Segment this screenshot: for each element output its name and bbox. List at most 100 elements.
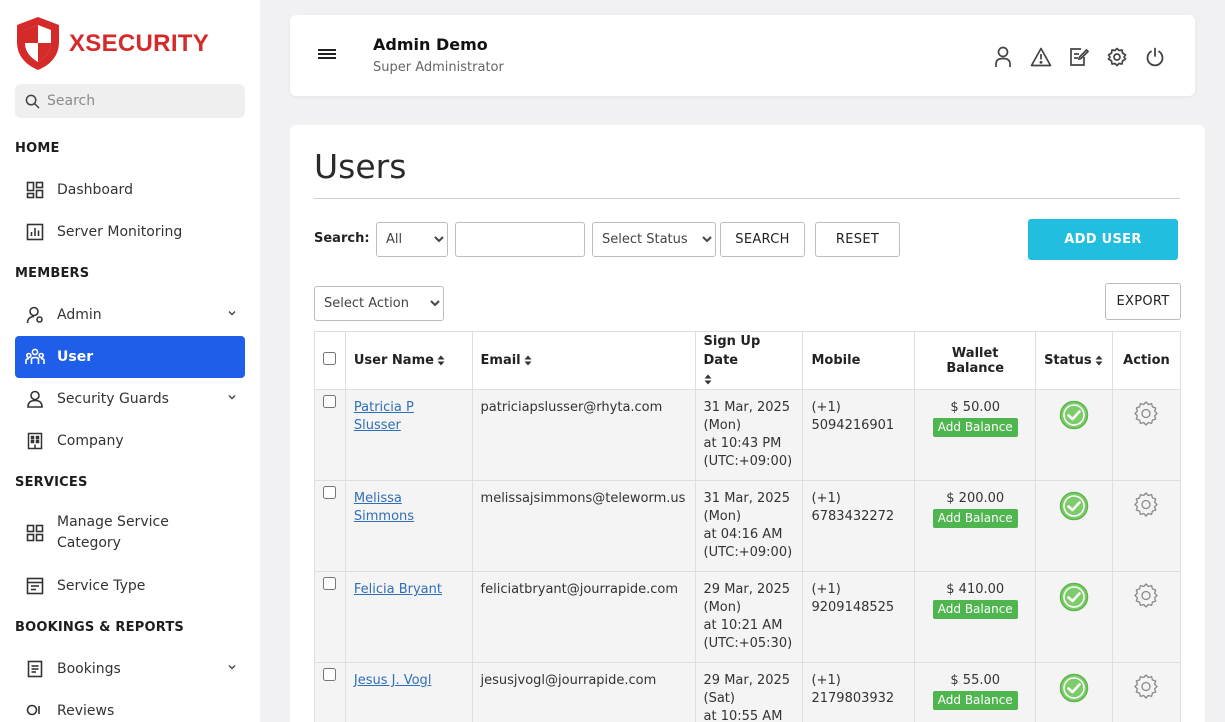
sidebar-item-server-monitoring[interactable]: Server Monitoring bbox=[15, 211, 245, 253]
active-status-check-icon[interactable] bbox=[1059, 491, 1089, 521]
edit-icon[interactable] bbox=[1067, 45, 1091, 69]
status-cell bbox=[1035, 389, 1113, 481]
sidebar-search-input[interactable] bbox=[47, 93, 227, 109]
sidebar-item-admin[interactable]: Admin bbox=[15, 294, 245, 336]
header-signup-date[interactable]: Sign Up Date bbox=[694, 331, 804, 390]
sidebar-item-label: Service Type bbox=[57, 578, 146, 594]
dashboard-icon bbox=[25, 180, 45, 200]
user-name-line-1[interactable]: Melissa bbox=[354, 491, 402, 506]
reset-button[interactable]: RESET bbox=[815, 222, 900, 257]
status-select[interactable]: Select Status bbox=[592, 222, 716, 257]
user-name-link[interactable]: Patricia P Slusser bbox=[354, 400, 414, 433]
sort-icon bbox=[524, 355, 532, 366]
header-label: Email bbox=[480, 353, 521, 368]
header-status[interactable]: Status bbox=[1035, 331, 1113, 390]
mobile-number: 5094216901 bbox=[811, 418, 895, 433]
search-input[interactable] bbox=[455, 222, 585, 257]
brand-logo[interactable]: XSECURITY bbox=[14, 15, 209, 72]
action-cell bbox=[1111, 571, 1182, 663]
mobile-number: 6783432272 bbox=[811, 509, 895, 524]
signup-date-cell: 29 Mar, 2025 (Sat) at 10:55 AM bbox=[694, 662, 804, 722]
user-name-line-2[interactable]: Simmons bbox=[354, 509, 414, 524]
status-cell bbox=[1035, 662, 1113, 722]
sidebar-item-manage-service-category[interactable]: Manage Service Category bbox=[15, 508, 245, 558]
signup-date: 29 Mar, 2025 bbox=[703, 582, 791, 597]
chevron-down-icon bbox=[228, 395, 236, 400]
header-checkbox-cell bbox=[314, 331, 346, 390]
table-row: Jesus J. Vogl jesusjvogl@jourrapide.com … bbox=[314, 662, 1182, 722]
row-checkbox-cell bbox=[314, 662, 346, 722]
header-label: Sign Up Date bbox=[703, 334, 761, 368]
settings-icon[interactable] bbox=[1105, 45, 1129, 69]
gear-icon[interactable] bbox=[1133, 582, 1159, 608]
bulk-action-select[interactable]: Select Action bbox=[314, 286, 444, 321]
add-user-button[interactable]: ADD USER bbox=[1028, 219, 1178, 260]
active-status-check-icon[interactable] bbox=[1059, 673, 1089, 703]
add-balance-button[interactable]: Add Balance bbox=[932, 418, 1018, 437]
signup-date: 31 Mar, 2025 bbox=[703, 491, 791, 506]
user-name-line-1[interactable]: Patricia P Slusser bbox=[354, 400, 414, 433]
header-email[interactable]: Email bbox=[471, 331, 696, 390]
power-icon[interactable] bbox=[1143, 45, 1167, 69]
sidebar-item-dashboard[interactable]: Dashboard bbox=[15, 169, 245, 211]
active-status-check-icon[interactable] bbox=[1059, 582, 1089, 612]
mobile-number: 2179803932 bbox=[811, 691, 895, 706]
sidebar-item-user[interactable]: User bbox=[15, 336, 245, 378]
add-balance-button[interactable]: Add Balance bbox=[932, 509, 1018, 528]
header-user-name[interactable]: User Name bbox=[344, 331, 473, 390]
sidebar-item-service-type[interactable]: Service Type bbox=[15, 565, 245, 607]
email-cell: melissajsimmons@teleworm.us bbox=[471, 480, 696, 572]
signup-date-cell: 29 Mar, 2025 (Mon) at 10:21 AM (UTC:+05:30) bbox=[694, 571, 804, 663]
user-name-link[interactable]: Melissa Simmons bbox=[354, 491, 414, 524]
sidebar-item-security-guards[interactable]: Security Guards bbox=[15, 378, 245, 420]
signup-timezone: (UTC:+05:30) bbox=[703, 636, 793, 651]
users-table: User Name Email Sign Up Date Mobile Wall… bbox=[314, 331, 1182, 722]
label-line-1: Manage Service bbox=[57, 514, 169, 530]
search-button[interactable]: SEARCH bbox=[720, 222, 805, 257]
gear-icon[interactable] bbox=[1133, 491, 1159, 517]
header-label: Status bbox=[1044, 353, 1092, 368]
wallet-balance-cell: $ 410.00 Add Balance bbox=[914, 571, 1037, 663]
label-line-2: Category bbox=[57, 535, 121, 551]
row-checkbox[interactable] bbox=[323, 486, 337, 499]
search-label: Search: bbox=[314, 231, 370, 246]
sidebar-item-label: Admin bbox=[57, 307, 102, 323]
user-icon[interactable] bbox=[991, 45, 1015, 69]
warning-icon[interactable] bbox=[1029, 45, 1053, 69]
row-checkbox[interactable] bbox=[323, 668, 337, 681]
sidebar-item-reviews[interactable]: Reviews bbox=[15, 690, 245, 722]
mobile-country-code: (+1) bbox=[811, 673, 841, 688]
section-title-services: SERVICES bbox=[15, 475, 88, 490]
sidebar-item-bookings[interactable]: Bookings bbox=[15, 648, 245, 690]
reviews-icon bbox=[25, 701, 45, 721]
wallet-balance-value: $ 410.00 bbox=[946, 582, 1005, 597]
sidebar-item-label: Security Guards bbox=[57, 391, 169, 407]
search-field-select[interactable]: All bbox=[376, 222, 448, 257]
select-all-checkbox[interactable] bbox=[323, 352, 337, 365]
action-cell bbox=[1111, 662, 1182, 722]
active-status-check-icon[interactable] bbox=[1059, 400, 1089, 430]
chevron-down-icon bbox=[228, 311, 236, 316]
header-label: User Name bbox=[353, 353, 434, 368]
user-name-link[interactable]: Felicia Bryant bbox=[354, 582, 442, 597]
sort-icon bbox=[1095, 355, 1103, 366]
add-balance-button[interactable]: Add Balance bbox=[932, 691, 1018, 710]
menu-toggle-icon[interactable] bbox=[317, 47, 337, 61]
sidebar-item-company[interactable]: Company bbox=[15, 420, 245, 462]
building-icon bbox=[25, 431, 45, 451]
user-name-link[interactable]: Jesus J. Vogl bbox=[354, 673, 432, 688]
sidebar: XSECURITY HOME Dashboard Server Monitori… bbox=[0, 0, 260, 722]
user-name-line-1[interactable]: Jesus J. Vogl bbox=[354, 673, 432, 688]
sidebar-search[interactable] bbox=[15, 84, 245, 118]
add-balance-button[interactable]: Add Balance bbox=[932, 600, 1018, 619]
gear-icon[interactable] bbox=[1133, 400, 1159, 426]
signup-day: (Mon) bbox=[703, 509, 742, 524]
users-panel: Users Search: All Select Status SEARCH R… bbox=[290, 125, 1205, 722]
row-checkbox[interactable] bbox=[323, 577, 337, 590]
row-checkbox[interactable] bbox=[323, 395, 337, 408]
export-button[interactable]: EXPORT bbox=[1105, 283, 1181, 320]
row-checkbox-cell bbox=[314, 480, 346, 572]
signup-day: (Sat) bbox=[703, 691, 735, 706]
gear-icon[interactable] bbox=[1133, 673, 1159, 699]
user-name-line-1[interactable]: Felicia Bryant bbox=[354, 582, 442, 597]
